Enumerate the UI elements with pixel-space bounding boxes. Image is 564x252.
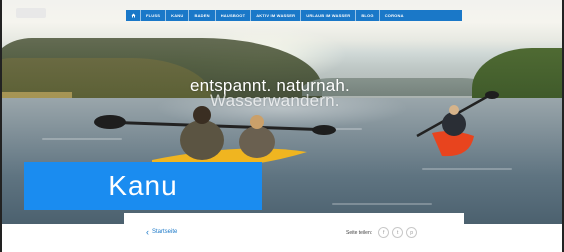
nav-item-corona[interactable]: CORONA [380,10,409,21]
hero-headline: entspannt. naturnah. Wasserwandern. [190,77,420,110]
kayaker-right-icon [416,91,499,157]
back-to-home-link[interactable]: ‹ Startseite [146,227,178,237]
site-logo[interactable] [16,8,46,18]
nav-item-aktiv-im-wasser[interactable]: AKTIV IM WASSER [251,10,302,21]
nav-item-hausboot[interactable]: HAUSBOOT [216,10,252,21]
facebook-icon[interactable]: f [378,227,390,238]
share-label: Seite teilen: [346,229,373,236]
nav-item-blog[interactable]: BLOG [356,10,380,21]
twitter-icon[interactable]: t [392,227,404,238]
back-link-label: Startseite [152,229,178,235]
nav-item-fluss[interactable]: FLUSS [141,10,167,21]
nav-item-baden[interactable]: BADEN [189,10,216,21]
category-label: Kanu [24,162,262,210]
nav-item-kanu[interactable]: KANU [166,10,190,21]
nav-item-urlaub-im-wasser[interactable]: URLAUB IM WASSER [301,10,357,21]
content-card: ‹ Startseite Seite teilen: f t p [124,213,464,252]
share-bar: Seite teilen: f t p [346,227,418,238]
home-icon[interactable] [126,10,141,21]
pinterest-icon[interactable]: p [406,227,418,238]
hero-image: FLUSS KANU BADEN HAUSBOOT AKTIV IM WASSE… [2,0,562,224]
chevron-left-icon: ‹ [146,227,149,237]
headline-line-2: Wasserwandern. [210,91,340,110]
main-navigation: FLUSS KANU BADEN HAUSBOOT AKTIV IM WASSE… [126,10,462,21]
page: FLUSS KANU BADEN HAUSBOOT AKTIV IM WASSE… [0,0,564,252]
